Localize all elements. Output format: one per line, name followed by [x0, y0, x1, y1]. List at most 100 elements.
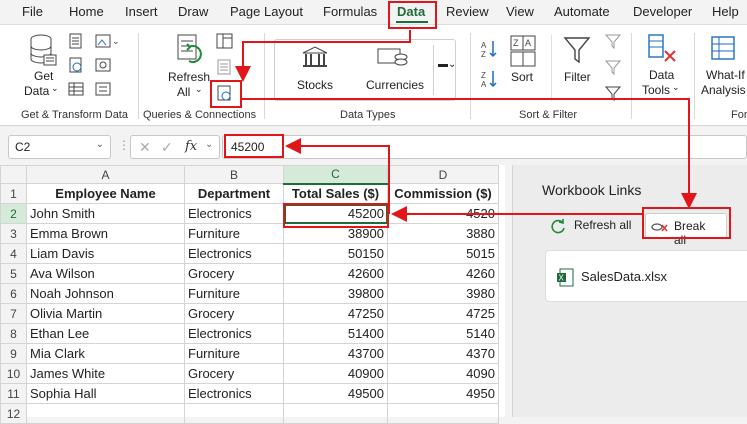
cell[interactable]: Electronics — [184, 203, 284, 224]
gallery-more-icon[interactable]: ▬⌄ — [438, 59, 456, 70]
cell[interactable]: 49500 — [283, 383, 388, 404]
cell[interactable]: 4725 — [387, 303, 499, 324]
clear-filter-icon[interactable] — [604, 33, 622, 51]
what-if-icon[interactable] — [710, 35, 740, 65]
menu-file[interactable]: File — [22, 4, 43, 19]
sort-za-icon[interactable]: ZA — [479, 69, 499, 89]
menu-page-layout[interactable]: Page Layout — [230, 4, 303, 19]
cell[interactable]: 3980 — [387, 283, 499, 304]
formula-input[interactable]: 45200 — [222, 135, 747, 159]
cell[interactable]: 4520 — [387, 203, 499, 224]
existing-connections-icon[interactable] — [95, 81, 111, 97]
header-cell[interactable]: Total Sales ($) — [283, 183, 388, 204]
sort-icon[interactable]: ZA — [510, 35, 536, 69]
cell[interactable]: Electronics — [184, 323, 284, 344]
cell[interactable] — [184, 403, 284, 424]
cell[interactable]: Ava Wilson — [26, 263, 185, 284]
refresh-all-label-2[interactable]: All — [177, 85, 190, 99]
header-cell[interactable]: Employee Name — [26, 183, 185, 204]
cell[interactable]: Grocery — [184, 303, 284, 324]
row-header[interactable]: 8 — [0, 323, 27, 344]
menu-insert[interactable]: Insert — [125, 4, 158, 19]
row-header[interactable]: 1 — [0, 183, 27, 204]
cancel-icon[interactable]: ✕ — [139, 139, 151, 156]
cell[interactable]: 47250 — [283, 303, 388, 324]
menu-formulas[interactable]: Formulas — [323, 4, 377, 19]
header-cell[interactable]: Department — [184, 183, 284, 204]
web-icon[interactable] — [68, 57, 84, 73]
row-header[interactable]: 11 — [0, 383, 27, 404]
what-if-label-2[interactable]: Analysis — [701, 83, 746, 97]
cell[interactable]: Grocery — [184, 263, 284, 284]
header-cell[interactable]: Commission ($) — [387, 183, 499, 204]
cell[interactable]: 3880 — [387, 223, 499, 244]
cell[interactable]: 5015 — [387, 243, 499, 264]
menu-automate[interactable]: Automate — [554, 4, 610, 19]
cell[interactable]: 42600 — [283, 263, 388, 284]
text-csv-icon[interactable] — [68, 33, 84, 49]
queries-connections-icon[interactable] — [216, 33, 234, 49]
recent-sources-icon[interactable] — [95, 57, 111, 73]
data-tools-label[interactable]: Data — [649, 68, 674, 82]
get-data-label-2[interactable]: Data — [24, 84, 49, 98]
cell[interactable]: 4260 — [387, 263, 499, 284]
vertical-scrollbar[interactable] — [505, 165, 512, 417]
cell[interactable]: 4950 — [387, 383, 499, 404]
chevron-down-icon[interactable]: ⌄ — [205, 139, 213, 150]
database-icon[interactable] — [28, 33, 58, 67]
column-header-c[interactable]: C — [283, 165, 388, 185]
advanced-filter-icon[interactable] — [604, 85, 622, 103]
data-tools-label-2[interactable]: Tools — [642, 83, 670, 97]
cell[interactable]: 51400 — [283, 323, 388, 344]
menu-view[interactable]: View — [506, 4, 534, 19]
refresh-all-label[interactable]: Refresh — [168, 70, 210, 84]
insert-function-icon[interactable]: fx — [185, 139, 197, 154]
cell[interactable] — [387, 403, 499, 424]
cell[interactable]: Grocery — [184, 363, 284, 384]
row-header[interactable]: 4 — [0, 243, 27, 264]
currencies-label[interactable]: Currencies — [366, 78, 424, 92]
cell[interactable]: 5140 — [387, 323, 499, 344]
row-header[interactable]: 2 — [0, 203, 27, 224]
cell[interactable]: James White — [26, 363, 185, 384]
filter-label[interactable]: Filter — [564, 70, 591, 84]
row-header[interactable]: 10 — [0, 363, 27, 384]
reapply-icon[interactable] — [604, 59, 622, 77]
menu-review[interactable]: Review — [446, 4, 489, 19]
chevron-down-icon[interactable]: ⌄ — [96, 139, 104, 150]
row-header[interactable]: 5 — [0, 263, 27, 284]
sort-label[interactable]: Sort — [511, 70, 533, 84]
row-header[interactable]: 3 — [0, 223, 27, 244]
row-header[interactable]: 6 — [0, 283, 27, 304]
cell[interactable]: 39800 — [283, 283, 388, 304]
linked-file-card[interactable]: X SalesData.xlsx — [545, 250, 747, 302]
picture-icon[interactable]: ⌄ — [95, 33, 119, 49]
cell[interactable]: Electronics — [184, 383, 284, 404]
currencies-icon[interactable] — [376, 45, 410, 69]
column-header-a[interactable]: A — [26, 165, 185, 184]
data-tools-icon[interactable] — [646, 33, 678, 65]
cell[interactable]: Ethan Lee — [26, 323, 185, 344]
stocks-icon[interactable] — [300, 45, 330, 69]
from-table-icon[interactable] — [68, 81, 84, 97]
check-icon[interactable]: ✓ — [161, 139, 173, 156]
cell[interactable]: John Smith — [26, 203, 185, 224]
cell[interactable]: 50150 — [283, 243, 388, 264]
cell[interactable]: Sophia Hall — [26, 383, 185, 404]
drag-handle-icon[interactable]: ⋮ — [118, 138, 130, 152]
refresh-all-icon[interactable] — [175, 33, 209, 67]
cell[interactable]: Noah Johnson — [26, 283, 185, 304]
menu-help[interactable]: Help — [712, 4, 739, 19]
name-box[interactable]: C2 ⌄ — [8, 135, 111, 159]
cell[interactable]: Electronics — [184, 243, 284, 264]
menu-developer[interactable]: Developer — [633, 4, 692, 19]
menu-draw[interactable]: Draw — [178, 4, 208, 19]
corner-cell[interactable] — [0, 165, 27, 184]
cell[interactable]: 4090 — [387, 363, 499, 384]
row-header[interactable]: 12 — [0, 403, 27, 424]
column-header-b[interactable]: B — [184, 165, 284, 184]
cell[interactable]: 43700 — [283, 343, 388, 364]
cell[interactable]: Emma Brown — [26, 223, 185, 244]
what-if-label[interactable]: What-If — [706, 68, 745, 82]
cell[interactable] — [26, 403, 185, 424]
